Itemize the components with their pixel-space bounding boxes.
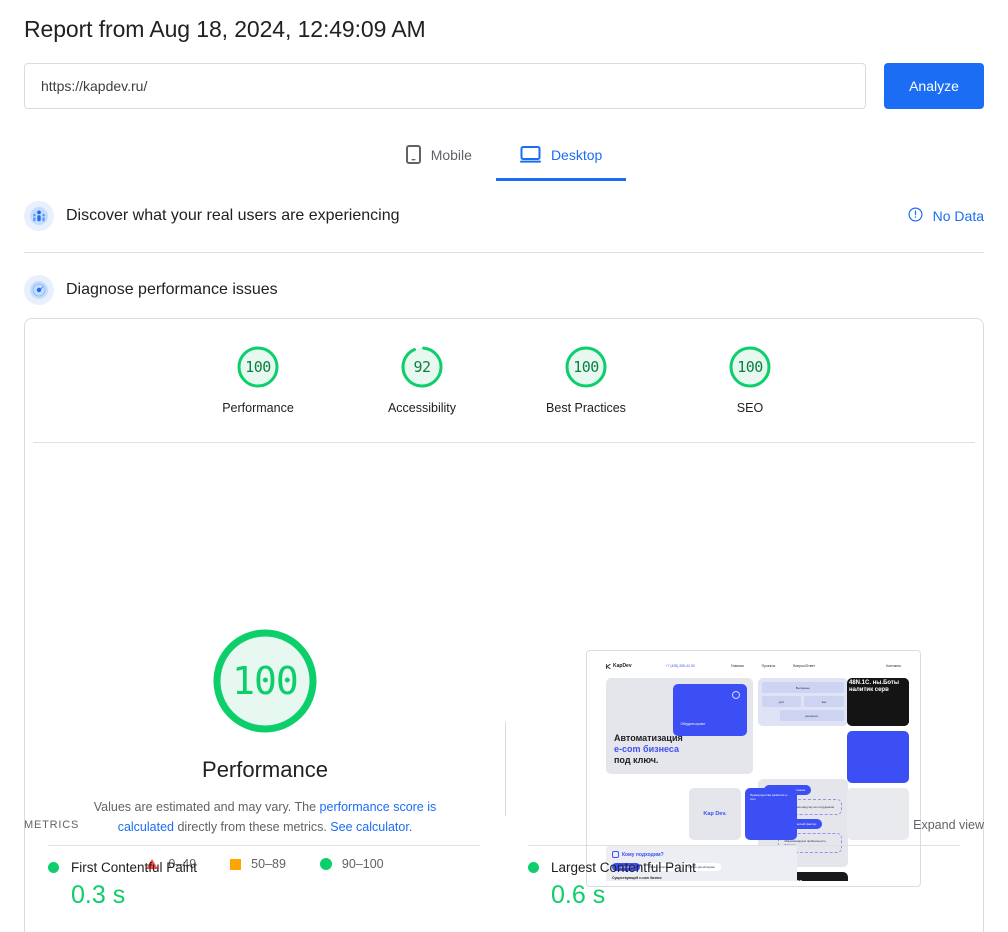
metrics-header: METRICS Expand view [24,818,984,832]
site-brand-tile: Kap Dev. [689,788,741,840]
lab-gauge-icon [24,275,54,305]
site-cta-tile: Обсудить проект [673,684,747,736]
tab-mobile[interactable]: Mobile [382,133,496,181]
performance-title: Performance [202,757,328,783]
performance-score-value: 100 [207,623,323,739]
score-accessibility[interactable]: 92 Accessibility [368,343,476,415]
metrics-label: METRICS [24,819,79,831]
mobile-icon [406,145,421,164]
url-input[interactable] [24,63,866,109]
site-noise-tile: 48N.1C. ны.Боты налитик серв [847,678,909,726]
section-field-data-title: Discover what your real users are experi… [66,207,399,225]
arrow-circle-icon [732,691,740,699]
gauge-performance-large-icon: 100 [207,623,323,739]
section-lab-data-title: Diagnose performance issues [66,281,278,299]
metric-card-lcp[interactable]: Largest Contentful Paint 0.6 s [504,845,984,910]
score-performance[interactable]: 100 Performance [204,343,312,415]
metric-fcp-name: First Contentful Paint [71,860,197,875]
section-lab-data: Diagnose performance issues [24,274,984,306]
tab-desktop-label: Desktop [551,147,602,163]
site-hero-line1: Автоматизация [614,733,683,744]
metric-card-fcp[interactable]: First Contentful Paint 0.3 s [24,845,504,910]
score-performance-label: Performance [222,401,294,415]
metric-lcp-name: Largest Contentful Paint [551,860,696,875]
gauge-performance-icon: 100 [234,343,282,391]
score-seo-label: SEO [737,401,763,415]
gauge-accessibility-icon: 92 [398,343,446,391]
score-best-practices-value: 100 [562,343,610,391]
site-nav-link-2: Вопрос/Ответ [793,664,815,668]
lighthouse-results-card: 100 Performance 92 Accessibility [24,318,984,932]
no-data-label: No Data [933,208,984,224]
field-data-status[interactable]: No Data [908,207,984,225]
site-benefit-cell-0: Выгодные [762,682,844,693]
page-title: Report from Aug 18, 2024, 12:49:09 AM [24,16,426,43]
pagespeed-insights-report: Report from Aug 18, 2024, 12:49:09 AM An… [0,0,1008,932]
site-nav-links: Главная Проекты Вопрос/Ответ [731,664,815,668]
site-nav-link-1: Проекты [762,664,776,668]
perf-desc-part1: Values are estimated and may vary. The [94,800,320,814]
users-field-data-icon [24,201,54,231]
score-best-practices-label: Best Practices [546,401,626,415]
site-benefits-row-3: решения. [762,710,844,721]
site-benefit-cell-3: решения. [780,710,844,721]
site-nav-link-0: Главная [731,664,744,668]
vertical-divider [505,722,506,816]
site-cta-text: Обсудить проект [681,722,706,726]
score-accessibility-label: Accessibility [388,401,456,415]
score-seo-value: 100 [726,343,774,391]
site-logo-text: KapDev [613,663,632,669]
metric-lcp-value: 0.6 s [551,881,960,910]
tab-desktop[interactable]: Desktop [496,133,626,181]
metrics-grid: First Contentful Paint 0.3 s Largest Con… [24,845,984,910]
site-benefit-cell-2: вас [804,696,844,707]
site-hero-line2: e-com бизнеса [614,744,683,755]
score-seo[interactable]: 100 SEO [696,343,804,415]
form-factor-tabs: Mobile Desktop [0,133,1008,181]
category-scores-row: 100 Performance 92 Accessibility [25,319,983,443]
metric-fcp-value: 0.3 s [71,881,480,910]
section-field-data: Discover what your real users are experi… [24,200,984,232]
expand-view-toggle[interactable]: Expand view [913,818,984,832]
gauge-seo-icon: 100 [726,343,774,391]
site-nav-contacts: Контакты [886,664,901,668]
site-benefits-row-2: для вас [762,696,844,707]
site-benefits-row-1: Выгодные [762,682,844,693]
site-logo: KapDev [606,663,632,669]
site-advantages-tile: Преимущества развития e-com [745,788,797,840]
score-accessibility-value: 92 [398,343,446,391]
info-icon [908,207,923,225]
score-performance-value: 100 [234,343,282,391]
metric-lcp-status-dot [528,862,539,873]
desktop-icon [520,146,541,163]
performance-gauge-block: 100 Performance Values are estimated and… [25,623,505,871]
section-divider [24,252,984,253]
site-blue-tile [847,731,909,783]
site-keyboard-tile [847,788,909,840]
site-benefit-cell-1: для [762,696,802,707]
score-best-practices[interactable]: 100 Best Practices [532,343,640,415]
site-hero-heading: Автоматизация e-com бизнеса под ключ. [614,733,683,766]
gauge-best-practices-icon: 100 [562,343,610,391]
site-benefits-tile: Выгодные для вас решения. [758,678,848,726]
url-search-row: Analyze [24,63,984,109]
site-nav: KapDev +7 (495) 265-42-90 Главная Проект… [592,656,915,676]
analyze-button[interactable]: Analyze [884,63,984,109]
site-hero-tile: Обсудить проект Автоматизация e-com бизн… [606,678,753,774]
tab-mobile-label: Mobile [431,147,472,163]
site-hero-line3: под ключ. [614,755,683,766]
site-phone: +7 (495) 265-42-90 [666,664,695,668]
metric-fcp-status-dot [48,862,59,873]
